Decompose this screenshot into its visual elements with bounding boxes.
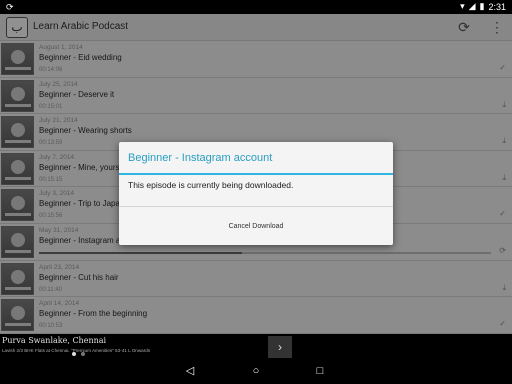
navigation-bar: ◁ ○ □ bbox=[0, 360, 512, 384]
ad-page-dot[interactable] bbox=[81, 352, 85, 356]
signal-icon: ◢ bbox=[468, 1, 476, 11]
ad-banner[interactable]: Purva Swanlake, Chennai Lavish 2/3 BHK F… bbox=[0, 334, 512, 360]
chevron-right-icon[interactable]: › bbox=[268, 336, 292, 358]
dialog-title: Beginner - Instagram account bbox=[128, 152, 273, 164]
wifi-icon: ▾ bbox=[460, 1, 465, 11]
ad-page-indicator bbox=[72, 352, 85, 356]
recents-icon[interactable]: □ bbox=[313, 364, 327, 378]
cancel-download-button[interactable]: Cancel Download bbox=[119, 207, 393, 245]
sync-icon: ⟳ bbox=[6, 2, 14, 12]
app-window: ب Learn Arabic Podcast ⟳ ⋮ August 1, 201… bbox=[0, 14, 512, 334]
back-icon[interactable]: ◁ bbox=[183, 364, 197, 378]
dialog-title-divider bbox=[119, 173, 393, 175]
home-icon[interactable]: ○ bbox=[249, 364, 263, 378]
ad-title[interactable]: Purva Swanlake, Chennai bbox=[2, 336, 106, 345]
download-dialog: Beginner - Instagram account This episod… bbox=[119, 142, 393, 245]
ad-page-dot[interactable] bbox=[72, 352, 76, 356]
clock: 2:31 bbox=[488, 1, 506, 12]
dialog-message: This episode is currently being download… bbox=[128, 180, 294, 190]
status-bar: ⟳ ▾ ◢ ▮ 2:31 bbox=[0, 0, 512, 14]
battery-icon: ▮ bbox=[479, 1, 485, 11]
